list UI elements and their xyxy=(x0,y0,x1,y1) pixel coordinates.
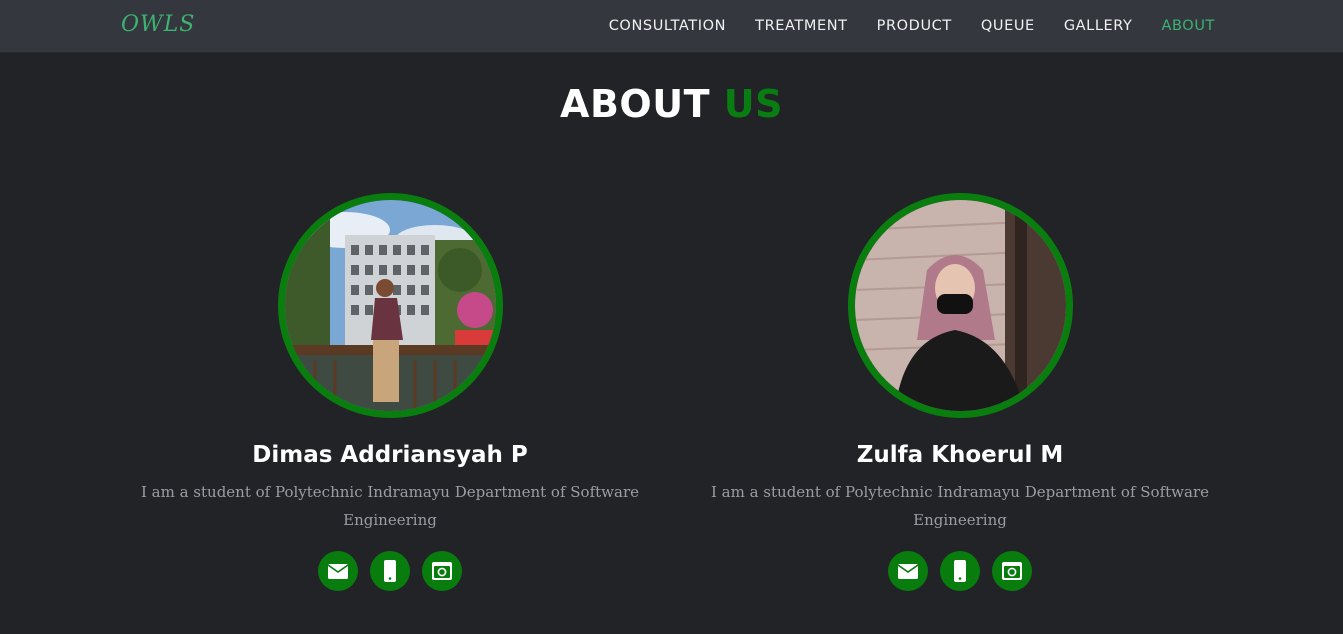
phone-button[interactable] xyxy=(940,551,980,591)
member-name: Dimas Addriansyah P xyxy=(252,442,528,468)
avatar xyxy=(277,193,503,418)
member-photo xyxy=(284,200,496,411)
nav-item-about[interactable]: ABOUT xyxy=(1162,18,1216,34)
member-description: I am a student of Polytechnic Indramayu … xyxy=(710,483,1210,529)
page-title-main: ABOUT xyxy=(560,82,710,126)
page-title-accent: US xyxy=(723,82,783,126)
envelope-icon xyxy=(898,563,918,579)
instagram-icon xyxy=(432,562,452,580)
member-card: Dimas Addriansyah P I am a student of Po… xyxy=(130,193,650,591)
email-button[interactable] xyxy=(888,551,928,591)
nav-item-treatment[interactable]: TREATMENT xyxy=(755,18,848,34)
nav-item-gallery[interactable]: GALLERY xyxy=(1064,18,1133,34)
social-links xyxy=(700,551,1220,591)
nav-item-queue[interactable]: QUEUE xyxy=(981,18,1035,34)
instagram-icon xyxy=(1002,562,1022,580)
email-button[interactable] xyxy=(318,551,358,591)
phone-button[interactable] xyxy=(370,551,410,591)
instagram-button[interactable] xyxy=(422,551,462,591)
member-name: Zulfa Khoerul M xyxy=(856,442,1064,468)
social-links xyxy=(130,551,650,591)
page-title: ABOUT US xyxy=(0,82,1343,126)
member-card: Zulfa Khoerul M I am a student of Polyte… xyxy=(700,193,1220,591)
instagram-button[interactable] xyxy=(992,551,1032,591)
nav-item-product[interactable]: PRODUCT xyxy=(877,18,952,34)
nav-menu: CONSULTATION TREATMENT PRODUCT QUEUE GAL… xyxy=(609,0,1215,52)
member-description: I am a student of Polytechnic Indramayu … xyxy=(140,483,640,529)
nav-item-consultation[interactable]: CONSULTATION xyxy=(609,18,726,34)
phone-icon xyxy=(954,560,966,582)
envelope-icon xyxy=(328,563,348,579)
member-photo xyxy=(854,200,1066,411)
navbar: OWLS CONSULTATION TREATMENT PRODUCT QUEU… xyxy=(0,0,1343,53)
phone-icon xyxy=(384,560,396,582)
avatar xyxy=(847,193,1073,418)
brand-logo[interactable]: OWLS xyxy=(121,12,195,37)
